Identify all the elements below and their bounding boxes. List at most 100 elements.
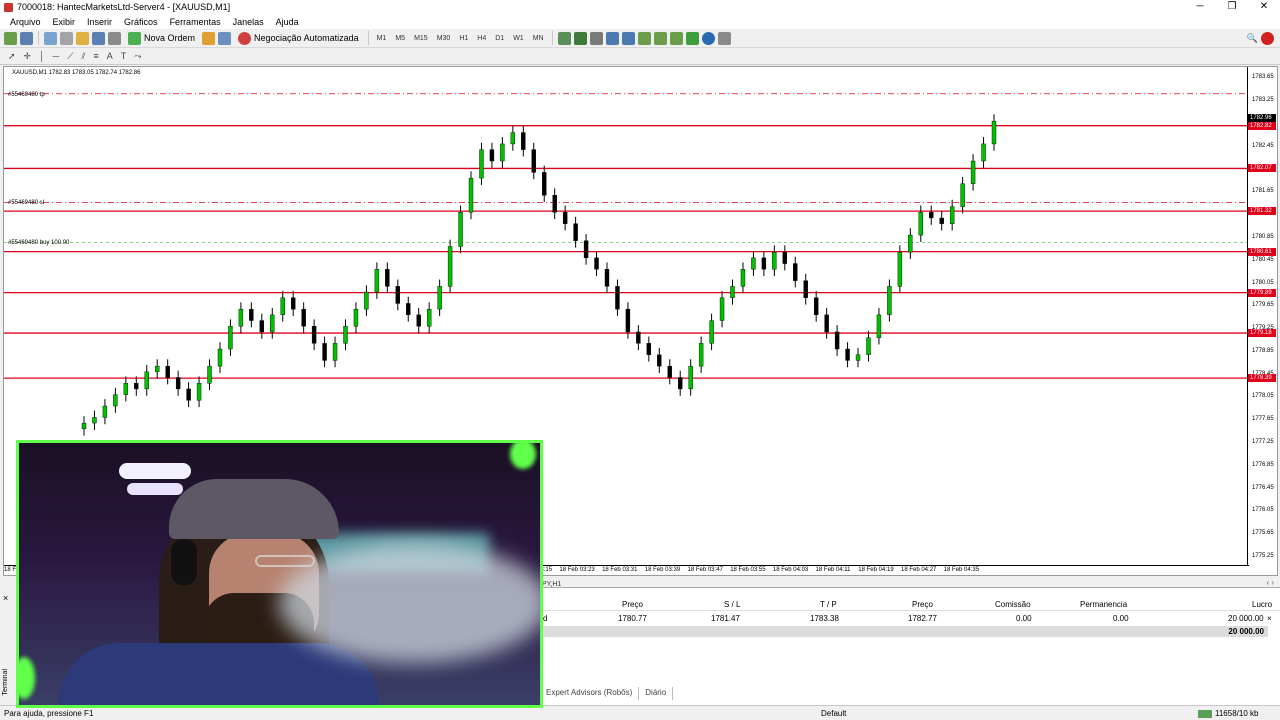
profiles-icon[interactable] xyxy=(20,31,33,45)
bull-candle xyxy=(207,365,212,384)
zoom-out-icon[interactable] xyxy=(621,31,635,45)
bull-candle xyxy=(217,348,223,367)
templates-icon[interactable] xyxy=(717,31,731,45)
level-price-tag: 1780.61 xyxy=(1248,247,1276,256)
bear-candle xyxy=(562,212,568,224)
streamer-cap xyxy=(169,479,339,539)
close-button[interactable]: ✕ xyxy=(1248,0,1280,14)
navigator-icon[interactable] xyxy=(76,31,89,45)
crosshair-icon[interactable]: ✛ xyxy=(24,51,32,62)
maximize-button[interactable]: ❐ xyxy=(1216,0,1248,14)
menu-exibir[interactable]: Exibir xyxy=(47,17,82,27)
timeframe-m15[interactable]: M15 xyxy=(411,35,431,42)
timeframe-m1[interactable]: M1 xyxy=(374,35,390,42)
col-tp[interactable]: T / P xyxy=(820,600,837,609)
trendline-icon[interactable]: ⟋ xyxy=(67,51,73,62)
fibonacci-icon[interactable]: ≡ xyxy=(93,51,98,61)
menu-janelas[interactable]: Janelas xyxy=(227,17,270,27)
channel-icon[interactable]: ⫽ xyxy=(81,51,85,62)
bull-candle xyxy=(332,343,338,361)
indicators-icon[interactable] xyxy=(685,31,699,45)
new-order-button[interactable]: Nova Ordem xyxy=(124,30,199,46)
metaeditor-icon[interactable] xyxy=(202,31,216,45)
menu-inserir[interactable]: Inserir xyxy=(81,17,118,27)
bear-candle xyxy=(531,149,536,173)
options-icon[interactable] xyxy=(218,31,232,45)
auto-trading-button[interactable]: Negociação Automatizada xyxy=(234,30,363,46)
price-tick-label: 1782.45 xyxy=(1252,142,1274,149)
bull-candle xyxy=(155,365,160,373)
line-chart-icon[interactable] xyxy=(589,31,603,45)
notification-icon[interactable] xyxy=(1261,31,1274,45)
col-price[interactable]: Preço xyxy=(622,600,643,609)
menu-graficos[interactable]: Gráficos xyxy=(118,17,164,27)
bull-candle xyxy=(447,246,453,287)
cursor-icon[interactable]: ➚ xyxy=(8,51,16,62)
timeframe-mn[interactable]: MN xyxy=(530,35,547,42)
time-tick-label: 18 Feb 04:03 xyxy=(772,567,809,573)
timeframe-w1[interactable]: W1 xyxy=(510,35,527,42)
cell-tp: 1783.38 xyxy=(810,614,839,623)
tabs-scroll-icon[interactable]: ‹ › xyxy=(1266,578,1274,587)
minimize-button[interactable]: ─ xyxy=(1184,0,1216,14)
level-price-tag: 1778.39 xyxy=(1248,374,1276,383)
bull-candle xyxy=(113,394,118,407)
timeframe-d1[interactable]: D1 xyxy=(492,35,507,42)
col-commission[interactable]: Comissão xyxy=(995,600,1031,609)
search-icon[interactable]: 🔍 xyxy=(1247,33,1258,44)
new-order-icon xyxy=(128,31,141,45)
menu-ferramentas[interactable]: Ferramentas xyxy=(164,17,227,27)
bull-candle xyxy=(426,308,432,327)
tab-experts[interactable]: Expert Advisors (Robôs) xyxy=(540,687,640,700)
price-tick-label: 1776.85 xyxy=(1252,461,1274,468)
col-sl[interactable]: S / L xyxy=(724,600,740,609)
new-chart-icon[interactable] xyxy=(4,31,17,45)
bar-chart-icon[interactable] xyxy=(557,31,571,45)
tester-icon[interactable] xyxy=(108,31,121,45)
timeframe-h4[interactable]: H4 xyxy=(474,35,489,42)
tile-windows-icon[interactable] xyxy=(637,31,651,45)
auto-trading-label: Negociação Automatizada xyxy=(254,33,359,43)
terminal-icon[interactable] xyxy=(92,31,105,45)
drawing-toolbar: ➚ ✛ │ ─ ⟋ ⫽ ≡ A T ⤳ xyxy=(0,48,1280,65)
horizontal-line-icon[interactable]: ─ xyxy=(53,51,59,61)
vertical-line-icon[interactable]: │ xyxy=(39,51,45,61)
price-scale[interactable]: 1783.651783.251782.851782.451782.051781.… xyxy=(1247,67,1277,567)
streamer-shirt xyxy=(59,643,379,705)
bear-candle xyxy=(667,365,672,378)
level-price-tag: 1782.82 xyxy=(1248,121,1276,130)
col-swap[interactable]: Permanencia xyxy=(1080,600,1127,609)
chart-shift-icon[interactable] xyxy=(669,31,683,45)
close-terminal-icon[interactable]: × xyxy=(3,593,8,603)
timeframe-h1[interactable]: H1 xyxy=(456,35,471,42)
level-price-tag: 1779.18 xyxy=(1248,329,1276,338)
status-profile: Default xyxy=(821,709,847,718)
timeframe-m30[interactable]: M30 xyxy=(434,35,454,42)
bear-candle xyxy=(290,297,296,310)
col-price-current[interactable]: Preço xyxy=(912,600,933,609)
data-window-icon[interactable] xyxy=(60,31,73,45)
col-profit[interactable]: Lucro xyxy=(1252,600,1272,609)
bear-candle xyxy=(625,308,631,333)
bull-candle xyxy=(751,257,756,270)
zoom-in-icon[interactable] xyxy=(605,31,619,45)
window-title: 7000018: HantecMarketsLtd-Server4 - [XAU… xyxy=(17,2,231,12)
market-watch-icon[interactable] xyxy=(44,31,57,45)
auto-scroll-icon[interactable] xyxy=(653,31,667,45)
bear-candle xyxy=(134,383,139,390)
text-icon[interactable]: A xyxy=(107,51,113,61)
periods-icon[interactable] xyxy=(701,31,715,45)
close-order-icon[interactable]: × xyxy=(1267,614,1272,623)
tab-journal[interactable]: Diário xyxy=(639,687,674,700)
menu-arquivo[interactable]: Arquivo xyxy=(4,17,47,27)
bull-candle xyxy=(866,337,871,355)
shapes-icon[interactable]: ⤳ xyxy=(134,51,141,62)
timeframe-m5[interactable]: M5 xyxy=(392,35,408,42)
bull-candle xyxy=(510,132,516,145)
bear-candle xyxy=(657,354,662,367)
bull-candle xyxy=(981,143,986,162)
candle-chart-icon[interactable] xyxy=(573,31,587,45)
level-price-tag: 1782.07 xyxy=(1248,164,1276,173)
label-icon[interactable]: T xyxy=(121,51,127,61)
menu-ajuda[interactable]: Ajuda xyxy=(270,17,305,27)
